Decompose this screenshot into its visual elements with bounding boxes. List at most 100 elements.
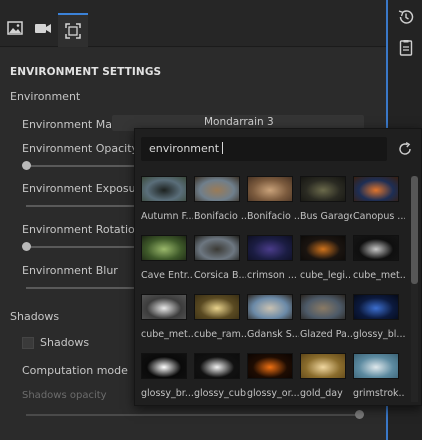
environment-tile[interactable]: cube_legi... (300, 235, 352, 281)
environment-name: crimson ... (247, 270, 297, 281)
environment-tile[interactable]: Cave Entr... (141, 235, 193, 281)
environment-name: gold_day (300, 388, 343, 399)
environment-thumbnail (353, 294, 399, 320)
environment-thumbnail (300, 353, 346, 379)
environment-name: glossy_or... (247, 388, 299, 399)
environment-rotation-handle[interactable] (22, 242, 31, 251)
shadows-group-label: Shadows (10, 310, 60, 323)
text-caret (222, 142, 224, 154)
environment-tile[interactable]: cube_ram... (194, 294, 246, 340)
environment-name: cube_ram... (194, 329, 246, 340)
tab-frame[interactable] (58, 13, 88, 47)
environment-thumbnail (194, 235, 240, 261)
environment-opacity-handle[interactable] (22, 161, 31, 170)
environment-name: cube_legi... (300, 270, 352, 281)
environment-tile[interactable]: Glazed Pa... (300, 294, 352, 340)
environment-tile[interactable]: Bonifacio ... (194, 176, 246, 222)
environment-rotation-slider[interactable] (26, 246, 136, 248)
environment-tile[interactable]: grimstrok... (353, 353, 405, 399)
environment-thumbnail (247, 176, 293, 202)
environment-thumbnail (353, 176, 399, 202)
environment-tile[interactable]: Autumn F... (141, 176, 193, 222)
environment-thumbnail (247, 294, 293, 320)
section-title: ENVIRONMENT SETTINGS (10, 66, 162, 78)
environment-thumbnail (141, 235, 187, 261)
environment-tile[interactable]: Bus Garage (300, 176, 352, 222)
environment-thumbnail (353, 235, 399, 261)
environment-picker-popup: environment Autumn F... Bonifacio ... Boni… (134, 128, 422, 406)
environment-thumbnail (353, 353, 399, 379)
environment-group-label: Environment (10, 90, 81, 103)
environment-map-value: Mondarrain 3 (204, 116, 274, 128)
environment-name: Gdansk S... (247, 329, 299, 340)
environment-tile[interactable]: Bonifacio ... (247, 176, 299, 222)
environment-exposure-slider[interactable] (26, 205, 136, 207)
environment-tile[interactable]: cube_met... (353, 235, 405, 281)
environment-thumbnail (247, 353, 293, 379)
history-button[interactable] (397, 8, 415, 26)
environment-name: glossy_br... (141, 388, 193, 399)
environment-blur-label: Environment Blur (22, 264, 118, 277)
environment-name: Bus Garage (300, 211, 352, 222)
environment-tile[interactable]: cube_met... (141, 294, 193, 340)
shadows-opacity-label: Shadows opacity (22, 390, 107, 401)
image-icon (7, 21, 23, 35)
environment-tile[interactable]: crimson ... (247, 235, 297, 281)
environment-search-input[interactable]: environment (141, 137, 387, 161)
refresh-icon (399, 142, 411, 155)
environment-thumbnail (247, 235, 293, 261)
picker-scrollbar[interactable] (411, 176, 418, 402)
shadows-checkbox-label: Shadows (40, 336, 90, 349)
environment-exposure-label: Environment Exposure (22, 182, 147, 195)
environment-tile[interactable]: Gdansk S... (247, 294, 299, 340)
notes-button[interactable] (397, 39, 415, 57)
environment-thumbnail (300, 176, 346, 202)
environment-thumbnail (194, 176, 240, 202)
environment-name: Canopus ... (353, 211, 405, 222)
environment-tile[interactable]: glossy_br... (141, 353, 193, 399)
environment-tile[interactable]: glossy_bl... (353, 294, 405, 340)
tab-camera[interactable] (28, 13, 58, 47)
picker-scrollbar-thumb[interactable] (411, 176, 418, 284)
environment-name: cube_met... (353, 270, 405, 281)
environment-opacity-slider[interactable] (26, 165, 136, 167)
shadows-opacity-slider[interactable] (26, 414, 360, 416)
environment-name: grimstrok... (353, 388, 405, 399)
environment-blur-slider[interactable] (26, 287, 136, 289)
frame-icon (65, 23, 81, 39)
environment-name: cube_met... (141, 329, 193, 340)
environment-thumbnail (194, 353, 240, 379)
environment-name: glossy_cube (194, 388, 246, 399)
refresh-button[interactable] (393, 137, 417, 161)
environment-name: Autumn F... (141, 211, 193, 222)
environment-thumbnail (300, 235, 346, 261)
search-value: environment (149, 142, 220, 155)
environment-thumbnail (300, 294, 346, 320)
camera-icon (35, 24, 51, 33)
environment-tile[interactable]: Canopus ... (353, 176, 405, 222)
environment-name: glossy_bl... (353, 329, 405, 340)
notes-icon (399, 40, 413, 56)
environment-name: Cave Entr... (141, 270, 193, 281)
environment-name: Glazed Pa... (300, 329, 352, 340)
tab-image[interactable] (0, 13, 30, 47)
shadows-checkbox[interactable] (22, 337, 34, 349)
environment-name: Corsica B... (194, 270, 246, 281)
environment-thumbnail (194, 294, 240, 320)
environment-thumbnail (141, 294, 187, 320)
viewer-toolbar (0, 0, 386, 47)
environment-thumbnail (141, 353, 187, 379)
environment-tile[interactable]: Corsica B... (194, 235, 246, 281)
history-icon (398, 10, 414, 24)
shadows-opacity-handle[interactable] (355, 410, 364, 419)
environment-name: Bonifacio ... (194, 211, 246, 222)
environment-tile[interactable]: glossy_cube (194, 353, 246, 399)
environment-rotation-label: Environment Rotation (22, 223, 142, 236)
environment-tile[interactable]: glossy_or... (247, 353, 299, 399)
environment-thumbnail (141, 176, 187, 202)
computation-mode-label: Computation mode (22, 364, 128, 377)
environment-name: Bonifacio ... (247, 211, 299, 222)
environment-opacity-label: Environment Opacity (22, 142, 139, 155)
environment-map-label: Environment Map (22, 118, 119, 131)
environment-tile[interactable]: gold_day (300, 353, 348, 399)
